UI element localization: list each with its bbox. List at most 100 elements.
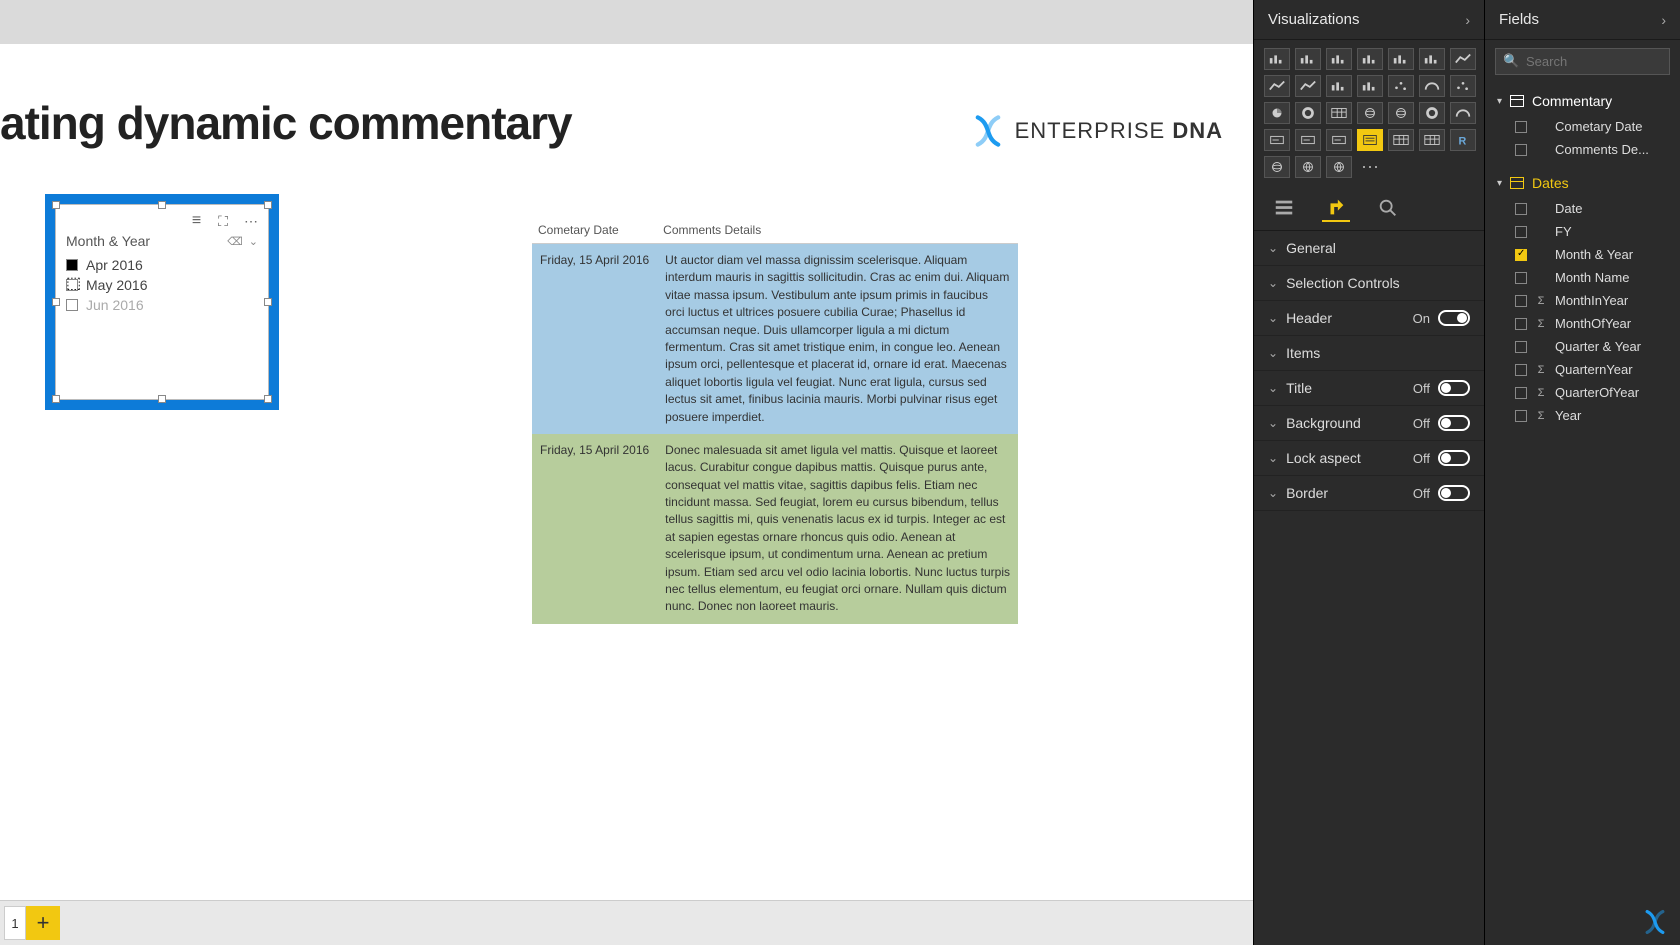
resize-handle[interactable] [264, 298, 272, 306]
resize-handle[interactable] [52, 201, 60, 209]
analytics-tab[interactable] [1374, 194, 1402, 222]
field-fy[interactable]: FY [1485, 220, 1680, 243]
chevron-down-icon[interactable]: ⌄ [249, 235, 258, 248]
viz-100-bar-icon[interactable] [1388, 48, 1414, 70]
comments-table-visual[interactable]: Cometary Date Comments Details Friday, 1… [532, 219, 1018, 624]
field-month-year[interactable]: Month & Year [1485, 243, 1680, 266]
resize-handle[interactable] [158, 201, 166, 209]
viz-card-icon[interactable] [1264, 129, 1290, 151]
viz-r-visual-icon[interactable]: R [1450, 129, 1476, 151]
format-section-border[interactable]: ⌄BorderOff [1254, 476, 1484, 511]
checkbox-icon[interactable] [1515, 295, 1527, 307]
checkbox-icon[interactable] [1515, 410, 1527, 422]
viz-slicer-icon[interactable] [1357, 129, 1383, 151]
format-section-background[interactable]: ⌄BackgroundOff [1254, 406, 1484, 441]
viz-waterfall-icon[interactable] [1419, 75, 1445, 97]
viz-arcgis-icon[interactable] [1264, 156, 1290, 178]
resize-handle[interactable] [52, 298, 60, 306]
format-section-header[interactable]: ⌄HeaderOn [1254, 301, 1484, 336]
checkbox-icon[interactable] [1515, 226, 1527, 238]
add-page-button[interactable]: + [26, 906, 60, 940]
format-section-selection-controls[interactable]: ⌄Selection Controls [1254, 266, 1484, 301]
fields-header[interactable]: Fields › [1485, 0, 1680, 40]
eraser-icon[interactable]: ⌫ [227, 235, 243, 248]
field-comments-de-[interactable]: Comments De... [1485, 138, 1680, 161]
format-section-items[interactable]: ⌄Items [1254, 336, 1484, 371]
format-section-title[interactable]: ⌄TitleOff [1254, 371, 1484, 406]
resize-handle[interactable] [158, 395, 166, 403]
field-monthinyear[interactable]: ΣMonthInYear [1485, 289, 1680, 312]
checkbox-icon[interactable] [1515, 318, 1527, 330]
viz-kpi-icon[interactable] [1326, 129, 1352, 151]
viz-100-column-icon[interactable] [1419, 48, 1445, 70]
checkbox-icon[interactable] [1515, 249, 1527, 261]
viz-scatter-icon[interactable] [1450, 75, 1476, 97]
chevron-right-icon[interactable]: › [1465, 12, 1470, 28]
viz-clustered-bar-icon[interactable] [1295, 48, 1321, 70]
format-section-lock-aspect[interactable]: ⌄Lock aspectOff [1254, 441, 1484, 476]
toggle-switch[interactable] [1438, 485, 1470, 501]
checkbox-icon[interactable] [1515, 203, 1527, 215]
field-quarter-year[interactable]: Quarter & Year [1485, 335, 1680, 358]
focus-mode-icon[interactable]: ⛶ [212, 211, 234, 231]
checkbox-icon[interactable] [66, 259, 78, 271]
table-row[interactable]: Friday, 15 April 2016Donec malesuada sit… [532, 434, 1018, 624]
slicer-item[interactable]: Apr 2016 [66, 255, 258, 275]
checkbox-icon[interactable] [1515, 272, 1527, 284]
col-header-details[interactable]: Comments Details [657, 219, 1018, 244]
viz-line-column-icon[interactable] [1357, 75, 1383, 97]
viz-matrix-icon[interactable] [1419, 129, 1445, 151]
field-quarternyear[interactable]: ΣQuarternYear [1485, 358, 1680, 381]
field-month-name[interactable]: Month Name [1485, 266, 1680, 289]
viz-globe-icon[interactable] [1326, 156, 1352, 178]
slicer-visual[interactable]: ≡ ⛶ ⋯ Month & Year ⌫⌄ Apr 2016May 2016Ju… [55, 204, 269, 400]
viz-map-icon[interactable] [1357, 102, 1383, 124]
resize-handle[interactable] [264, 395, 272, 403]
table-row[interactable]: Friday, 15 April 2016Ut auctor diam vel … [532, 244, 1018, 434]
table-commentary[interactable]: ▾Commentary [1485, 87, 1680, 115]
field-quarterofyear[interactable]: ΣQuarterOfYear [1485, 381, 1680, 404]
viz-stacked-column-icon[interactable] [1326, 48, 1352, 70]
search-input[interactable] [1495, 48, 1670, 75]
viz-gauge-icon[interactable] [1450, 102, 1476, 124]
visualizations-header[interactable]: Visualizations › [1254, 0, 1484, 40]
viz-multi-card-icon[interactable] [1295, 129, 1321, 151]
viz-line-bar-icon[interactable] [1326, 75, 1352, 97]
resize-handle[interactable] [264, 201, 272, 209]
viz-funnel-icon[interactable] [1419, 102, 1445, 124]
toggle-switch[interactable] [1438, 415, 1470, 431]
more-options-icon[interactable]: ⋯ [240, 211, 262, 231]
resize-handle[interactable] [52, 395, 60, 403]
checkbox-icon[interactable] [1515, 341, 1527, 353]
field-cometary-date[interactable]: Cometary Date [1485, 115, 1680, 138]
checkbox-icon[interactable] [1515, 364, 1527, 376]
viz-treemap-icon[interactable] [1326, 102, 1352, 124]
chevron-right-icon[interactable]: › [1661, 12, 1666, 28]
report-canvas[interactable]: ating dynamic commentary ENTERPRISE DNA … [0, 44, 1253, 900]
checkbox-icon[interactable] [66, 299, 78, 311]
viz-filled-map-icon[interactable] [1388, 102, 1414, 124]
field-monthofyear[interactable]: ΣMonthOfYear [1485, 312, 1680, 335]
toggle-switch[interactable] [1438, 380, 1470, 396]
slicer-header[interactable]: Month & Year ⌫⌄ [66, 233, 258, 249]
checkbox-icon[interactable] [66, 279, 78, 291]
checkbox-icon[interactable] [1515, 144, 1527, 156]
viz-stacked-area-icon[interactable] [1295, 75, 1321, 97]
viz-clustered-column-icon[interactable] [1357, 48, 1383, 70]
format-section-general[interactable]: ⌄General [1254, 231, 1484, 266]
toggle-switch[interactable] [1438, 450, 1470, 466]
viz-donut-icon[interactable] [1295, 102, 1321, 124]
viz-python-icon[interactable] [1295, 156, 1321, 178]
fields-well-tab[interactable] [1270, 194, 1298, 222]
format-tab[interactable] [1322, 194, 1350, 222]
toggle-switch[interactable] [1438, 310, 1470, 326]
viz-stacked-bar-icon[interactable] [1264, 48, 1290, 70]
checkbox-icon[interactable] [1515, 387, 1527, 399]
viz-table-icon[interactable] [1388, 129, 1414, 151]
table-dates[interactable]: ▾Dates [1485, 169, 1680, 197]
slicer-visual-selected[interactable]: ≡ ⛶ ⋯ Month & Year ⌫⌄ Apr 2016May 2016Ju… [45, 194, 279, 410]
slicer-item[interactable]: May 2016 [66, 275, 258, 295]
viz-pie-icon[interactable] [1264, 102, 1290, 124]
field-date[interactable]: Date [1485, 197, 1680, 220]
viz-ribbon-icon[interactable] [1388, 75, 1414, 97]
